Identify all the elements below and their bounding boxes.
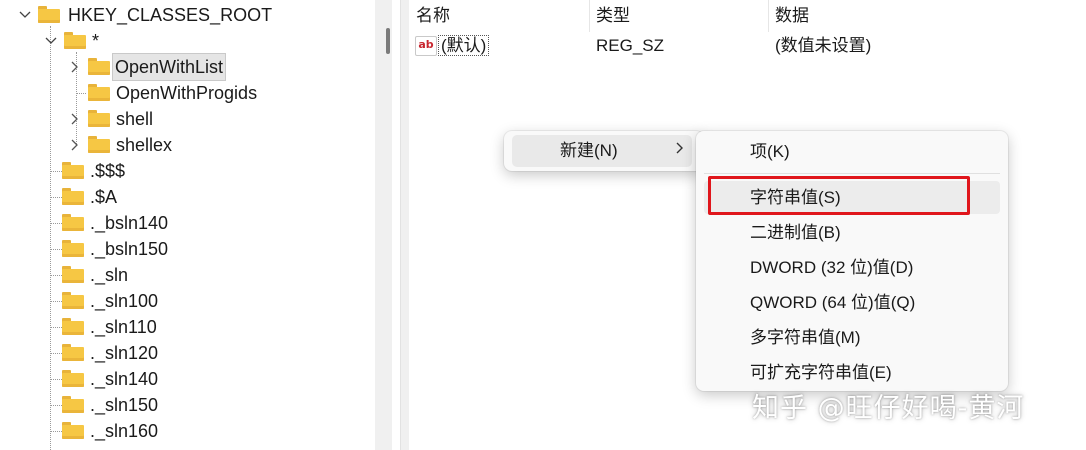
column-header-data[interactable]: 数据	[775, 4, 809, 28]
folder-icon	[62, 318, 84, 335]
submenu-item-dword-value[interactable]: DWORD (32 位)值(D)	[704, 251, 1000, 284]
submenu-item-expandable-string-value[interactable]: 可扩充字符串值(E)	[704, 356, 1000, 389]
registry-tree[interactable]: HKEY_CLASSES_ROOT * OpenWithList OpenWit…	[0, 0, 394, 450]
tree-label: ._sln120	[90, 343, 159, 363]
context-menu: 新建(N)	[504, 131, 704, 171]
submenu-item-binary-value[interactable]: 二进制值(B)	[704, 216, 1000, 249]
tree-label: ._bsln150	[90, 239, 169, 259]
tree-label: ._bsln140	[90, 213, 169, 233]
tree-node-openwithprogids[interactable]: OpenWithProgids	[0, 80, 380, 106]
folder-icon	[62, 240, 84, 257]
menu-separator	[704, 173, 1000, 174]
tree-label: ._sln	[90, 265, 129, 285]
column-divider[interactable]	[589, 0, 590, 32]
tree-node[interactable]: ._sln160	[0, 418, 380, 444]
chevron-down-icon[interactable]	[44, 28, 58, 54]
folder-icon	[62, 188, 84, 205]
tree-label: shell	[116, 109, 154, 129]
tree-node-star[interactable]: *	[0, 28, 380, 54]
tree-label: ._sln100	[90, 291, 159, 311]
tree-node-shellex[interactable]: shellex	[0, 132, 380, 158]
menu-item-label: 新建(N)	[560, 141, 618, 160]
tree-label: ._sln140	[90, 369, 159, 389]
ab-string-icon: ab	[415, 36, 437, 56]
folder-icon	[62, 396, 84, 413]
tree-label: ._sln160	[90, 421, 159, 441]
tree-node-shell[interactable]: shell	[0, 106, 380, 132]
annotation-highlight-box	[708, 176, 970, 215]
tree-label: *	[92, 31, 100, 51]
chevron-down-icon[interactable]	[18, 2, 32, 28]
tree-node[interactable]: .$A	[0, 184, 380, 210]
column-divider[interactable]	[768, 0, 769, 32]
folder-icon	[62, 214, 84, 231]
tree-node[interactable]: ._bsln150	[0, 236, 380, 262]
folder-icon	[62, 162, 84, 179]
value-name-cell: (默认)	[438, 33, 490, 59]
watermark: 知乎 @旺仔好喝-黄河	[752, 393, 1025, 424]
column-header-type[interactable]: 类型	[596, 4, 630, 28]
tree-node[interactable]: ._sln	[0, 262, 380, 288]
menu-item-label: 可扩充字符串值(E)	[750, 363, 892, 382]
folder-icon	[38, 6, 60, 23]
tree-node-openwithlist[interactable]: OpenWithList	[0, 53, 380, 81]
tree-label: ._sln150	[90, 395, 159, 415]
folder-icon	[62, 266, 84, 283]
tree-label: .$A	[90, 187, 118, 207]
tree-node[interactable]: ._sln100	[0, 288, 380, 314]
tree-label: HKEY_CLASSES_ROOT	[68, 5, 273, 25]
tree-node[interactable]: .$$$	[0, 158, 380, 184]
new-submenu: 项(K) 字符串值(S) 二进制值(B) DWORD (32 位)值(D) QW…	[696, 131, 1008, 391]
tree-node[interactable]: ._sln120	[0, 340, 380, 366]
column-header-name[interactable]: 名称	[416, 4, 450, 28]
menu-item-label: QWORD (64 位)值(Q)	[750, 293, 916, 312]
folder-icon	[62, 292, 84, 309]
value-name: (默认)	[438, 35, 490, 56]
tree-label: shellex	[116, 135, 173, 155]
submenu-item-qword-value[interactable]: QWORD (64 位)值(Q)	[704, 286, 1000, 319]
tree-label: ._sln110	[90, 317, 157, 337]
tree-node[interactable]: ._sln150	[0, 392, 380, 418]
tree-label: .$$$	[90, 161, 126, 181]
tree-node-hkcr[interactable]: HKEY_CLASSES_ROOT	[0, 2, 380, 28]
submenu-item-multi-string-value[interactable]: 多字符串值(M)	[704, 321, 1000, 354]
chevron-right-icon[interactable]	[68, 54, 82, 80]
menu-item-label: DWORD (32 位)值(D)	[750, 258, 914, 277]
tree-scrollbar-thumb[interactable]	[386, 28, 390, 54]
value-data: (数值未设置)	[775, 36, 872, 55]
tree-node[interactable]: ._bsln140	[0, 210, 380, 236]
tree-node[interactable]: ._sln140	[0, 366, 380, 392]
folder-icon	[62, 370, 84, 387]
folder-icon	[88, 110, 110, 127]
tree-scrollbar[interactable]	[375, 0, 392, 450]
chevron-right-icon	[676, 141, 684, 160]
menu-item-label: 项(K)	[750, 142, 790, 161]
value-type: REG_SZ	[596, 36, 665, 55]
folder-icon	[62, 422, 84, 439]
chevron-right-icon[interactable]	[68, 106, 82, 132]
folder-icon	[88, 136, 110, 153]
folder-icon	[88, 84, 110, 101]
menu-item-label: 多字符串值(M)	[750, 328, 861, 347]
menu-item-new[interactable]: 新建(N)	[512, 135, 692, 167]
menu-item-label: 二进制值(B)	[750, 223, 841, 242]
tree-label: OpenWithProgids	[116, 83, 258, 103]
folder-icon	[64, 32, 86, 49]
submenu-item-key[interactable]: 项(K)	[704, 135, 1000, 168]
folder-icon	[88, 58, 110, 75]
chevron-right-icon[interactable]	[68, 132, 82, 158]
folder-icon	[62, 344, 84, 361]
tree-label: OpenWithList	[112, 53, 227, 81]
tree-node[interactable]: ._sln110	[0, 314, 380, 340]
